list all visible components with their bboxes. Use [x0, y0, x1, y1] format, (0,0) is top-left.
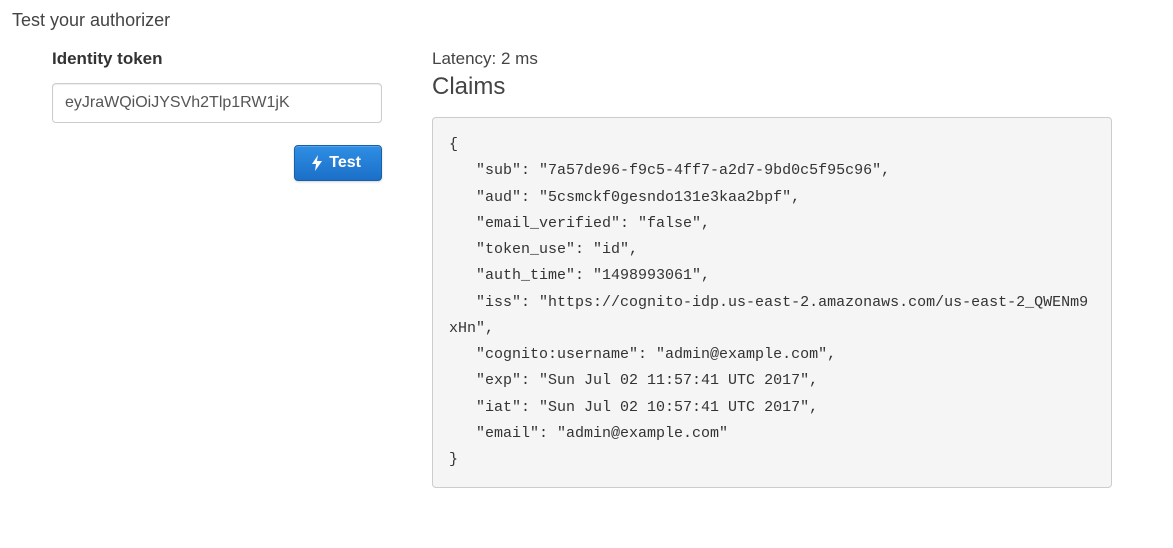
claims-json-box: { "sub": "7a57de96-f9c5-4ff7-a2d7-9bd0c5…: [432, 117, 1112, 488]
test-button[interactable]: Test: [294, 145, 382, 181]
page-title: Test your authorizer: [12, 10, 1161, 31]
claims-heading: Claims: [432, 73, 1112, 101]
latency-text: Latency: 2 ms: [432, 49, 1112, 69]
test-button-label: Test: [329, 154, 361, 172]
lightning-icon: [311, 155, 323, 171]
identity-token-label: Identity token: [52, 49, 392, 69]
identity-token-input[interactable]: [52, 83, 382, 123]
right-panel: Latency: 2 ms Claims { "sub": "7a57de96-…: [432, 49, 1112, 488]
left-panel: Identity token Test: [12, 49, 392, 181]
